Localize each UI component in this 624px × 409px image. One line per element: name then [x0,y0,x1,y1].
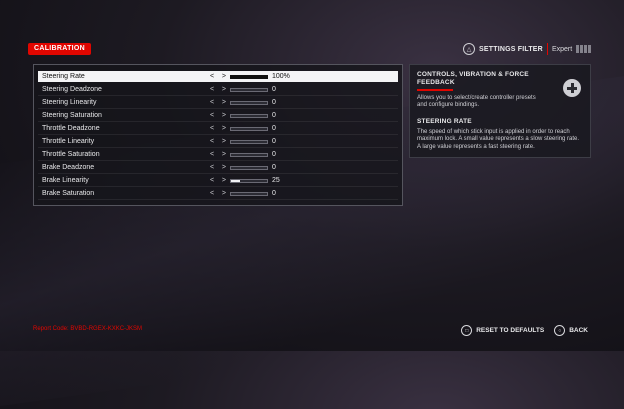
setting-slider[interactable] [230,152,268,157]
chevron-left-icon[interactable]: < [210,164,214,171]
chevron-right-icon[interactable]: > [222,138,226,145]
setting-value: 25 [272,177,280,184]
setting-value: 100% [272,73,290,80]
slider-fill [231,75,267,78]
adjust-arrows[interactable]: < > [210,164,226,171]
info-item-desc: The speed of which stick input is applie… [417,128,580,150]
setting-value: 0 [272,99,276,106]
setting-label: Steering Rate [42,73,85,80]
setting-value: 0 [272,151,276,158]
back-label: BACK [569,327,588,334]
setting-row[interactable]: Steering Linearity < >0 [38,97,398,109]
setting-label: Brake Linearity [42,177,89,184]
setting-value: 0 [272,86,276,93]
chevron-left-icon[interactable]: < [210,112,214,119]
chevron-left-icon[interactable]: < [210,99,214,106]
chevron-right-icon[interactable]: > [222,73,226,80]
chevron-left-icon[interactable]: < [210,138,214,145]
setting-row[interactable]: Brake Linearity < >25 [38,175,398,187]
chevron-left-icon[interactable]: < [210,73,214,80]
chevron-left-icon[interactable]: < [210,190,214,197]
setting-label: Steering Linearity [42,99,97,106]
setting-value: 0 [272,112,276,119]
adjust-arrows[interactable]: < > [210,138,226,145]
report-code: Report Code: BVBD-RGEX-KXKC-JKSM [33,326,143,332]
setting-slider[interactable] [230,191,268,196]
setting-slider[interactable] [230,178,268,183]
chevron-right-icon[interactable]: > [222,190,226,197]
setting-value: 0 [272,138,276,145]
chevron-right-icon[interactable]: > [222,125,226,132]
setting-row[interactable]: Steering Rate < >100% [38,71,398,82]
info-accent-line [417,89,453,91]
footer-actions: □ RESET TO DEFAULTS ○ BACK [451,325,588,336]
adjust-arrows[interactable]: < > [210,177,226,184]
setting-label: Brake Deadzone [42,164,95,171]
settings-filter-value: Expert [551,45,573,53]
setting-slider[interactable] [230,113,268,118]
setting-slider[interactable] [230,165,268,170]
chevron-right-icon[interactable]: > [222,164,226,171]
chevron-right-icon[interactable]: > [222,99,226,106]
adjust-arrows[interactable]: < > [210,99,226,106]
adjust-arrows[interactable]: < > [210,190,226,197]
triangle-button-icon: △ [463,43,475,55]
setting-slider[interactable] [230,126,268,131]
dpad-icon [563,79,581,97]
square-button-icon: □ [461,325,473,336]
setting-label: Throttle Deadzone [42,125,100,132]
chevron-right-icon[interactable]: > [222,112,226,119]
info-section-title: CONTROLS, VIBRATION & FORCE FEEDBACK [417,71,529,86]
adjust-arrows[interactable]: < > [210,151,226,158]
setting-label: Throttle Saturation [42,151,100,158]
setting-row[interactable]: Brake Deadzone < >0 [38,162,398,174]
chevron-left-icon[interactable]: < [210,151,214,158]
setting-label: Steering Saturation [42,112,102,119]
filter-grid-icon [576,45,593,53]
adjust-arrows[interactable]: < > [210,112,226,119]
chevron-right-icon[interactable]: > [222,177,226,184]
setting-label: Throttle Linearity [42,138,95,145]
slider-fill [231,179,240,182]
chevron-right-icon[interactable]: > [222,151,226,158]
adjust-arrows[interactable]: < > [210,125,226,132]
chevron-left-icon[interactable]: < [210,125,214,132]
calibration-settings-list: Steering Rate < >100% Steering Deadzone < >0 S… [33,64,403,206]
setting-slider[interactable] [230,139,268,144]
setting-value: 0 [272,190,276,197]
setting-value: 0 [272,164,276,171]
setting-slider[interactable] [230,74,268,79]
setting-row[interactable]: Steering Saturation < >0 [38,110,398,122]
adjust-arrows[interactable]: < > [210,86,226,93]
reset-label: RESET TO DEFAULTS [476,327,545,334]
setting-label: Brake Saturation [42,190,95,197]
info-item-title: STEERING RATE [417,117,472,125]
filter-divider [546,43,548,55]
adjust-arrows[interactable]: < > [210,73,226,80]
circle-button-icon: ○ [554,325,566,336]
setting-row[interactable]: Steering Deadzone < >0 [38,84,398,96]
setting-label: Steering Deadzone [42,86,102,93]
setting-row[interactable]: Throttle Saturation < >0 [38,149,398,161]
setting-row[interactable]: Throttle Deadzone < >0 [38,123,398,135]
back-button[interactable]: ○ BACK [554,325,588,336]
settings-filter[interactable]: △ SETTINGS FILTER Expert [463,42,593,56]
setting-slider[interactable] [230,100,268,105]
setting-slider[interactable] [230,87,268,92]
setting-value: 0 [272,125,276,132]
chevron-left-icon[interactable]: < [210,86,214,93]
setting-row[interactable]: Throttle Linearity < >0 [38,136,398,148]
setting-row[interactable]: Brake Saturation < >0 [38,188,398,200]
settings-filter-label: SETTINGS FILTER [479,45,543,53]
chevron-left-icon[interactable]: < [210,177,214,184]
page-title: CALIBRATION [28,43,91,55]
info-panel: CONTROLS, VIBRATION & FORCE FEEDBACK All… [409,64,591,158]
info-section-desc: Allows you to select/create controller p… [417,94,536,109]
reset-to-defaults-button[interactable]: □ RESET TO DEFAULTS [461,325,544,336]
chevron-right-icon[interactable]: > [222,86,226,93]
